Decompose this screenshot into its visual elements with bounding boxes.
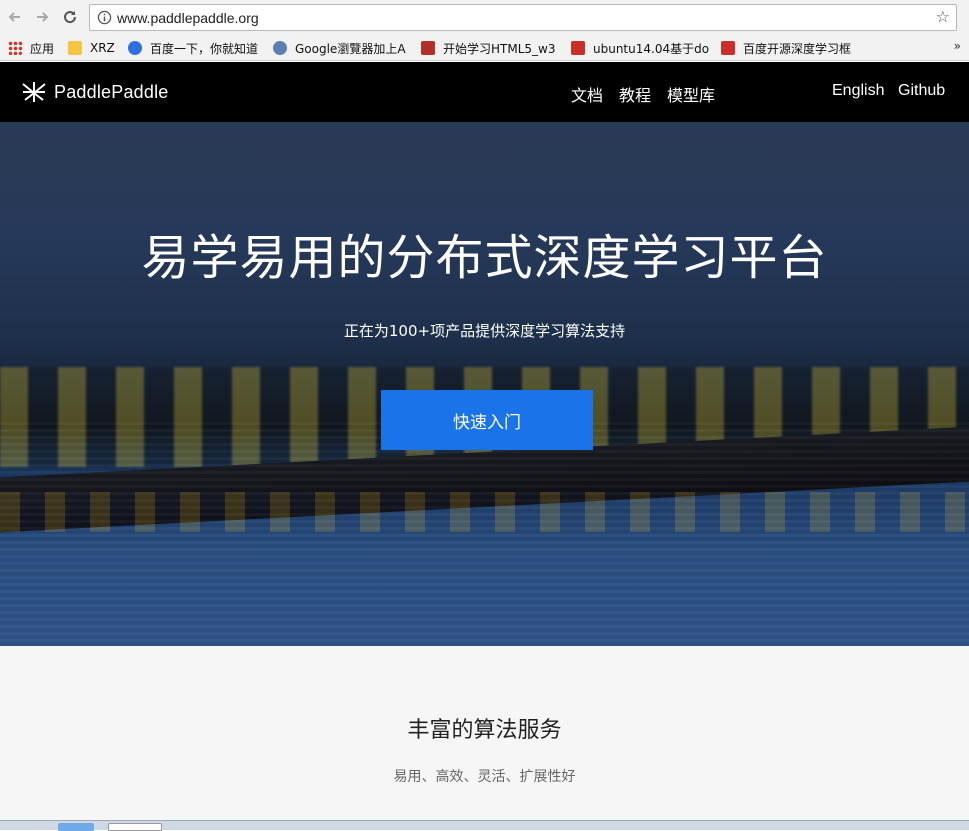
info-icon[interactable] (97, 10, 112, 25)
nav-tutorials[interactable]: 教程 (619, 82, 651, 106)
nav-docs[interactable]: 文档 (571, 82, 603, 106)
bird-icon (273, 41, 287, 55)
forward-arrow-icon (37, 12, 49, 22)
services-title: 丰富的算法服务 (407, 718, 562, 743)
site-header: PaddlePaddle 文档 教程 模型库 English Github (0, 62, 969, 122)
csdn-icon (721, 41, 735, 55)
browser-toolbar: www.paddlepaddle.org ☆ (0, 0, 969, 36)
nav-english[interactable]: English (832, 82, 884, 100)
os-taskbar (0, 820, 969, 831)
bookmark-label: 开始学习HTML5_w3 (443, 41, 556, 56)
quick-start-button[interactable]: 快速入门 (381, 390, 593, 450)
bookmark-label: XRZ (90, 41, 115, 55)
reload-icon (64, 11, 77, 24)
bookmarks-bar: 应用 XRZ 百度一下，你就知道 Google瀏覽器加上A 开始学习HTML5_… (0, 36, 969, 61)
folder-icon (68, 41, 82, 55)
bookmark-w3school[interactable]: 开始学习HTML5_w3 (421, 39, 559, 57)
paddle-logo-icon (22, 82, 46, 102)
forward-button[interactable] (31, 6, 53, 28)
services-subtitle: 易用、高效、灵活、扩展性好 (393, 769, 576, 785)
csdn-icon (571, 41, 585, 55)
bookmark-label: 百度一下，你就知道 (150, 41, 259, 56)
url-text[interactable]: www.paddlepaddle.org (117, 10, 259, 26)
back-button[interactable] (4, 6, 26, 28)
logo[interactable]: PaddlePaddle (21, 80, 169, 104)
bookmark-label: 百度开源深度学习框 (743, 41, 852, 56)
services-section: 丰富的算法服务 易用、高效、灵活、扩展性好 (0, 646, 969, 820)
nav-model-zoo[interactable]: 模型库 (667, 82, 715, 106)
reload-button[interactable] (59, 6, 81, 28)
address-bar[interactable]: www.paddlepaddle.org ☆ (89, 4, 957, 31)
bookmarks-overflow-button[interactable]: » (954, 39, 961, 53)
bookmark-xrz[interactable]: XRZ (68, 39, 115, 57)
bookmark-apps[interactable]: 应用 (8, 39, 54, 57)
bookmark-paddle[interactable]: 百度开源深度学习框 (721, 39, 859, 57)
bookmark-star-icon[interactable]: ☆ (936, 7, 950, 26)
hero-water-image (0, 422, 969, 646)
bookmark-label: 应用 (30, 41, 55, 56)
bookmark-ubuntu[interactable]: ubuntu14.04基于do (571, 39, 711, 57)
nav-github[interactable]: Github (898, 82, 945, 100)
apps-grid-icon (8, 41, 22, 55)
back-arrow-icon (8, 12, 20, 22)
w3c-icon (421, 41, 435, 55)
bookmark-label: ubuntu14.04基于do (593, 41, 710, 56)
hero-subtitle: 正在为100+项产品提供深度学习算法支持 (343, 322, 626, 340)
logo-text: PaddlePaddle (54, 81, 169, 102)
bookmark-google[interactable]: Google瀏覽器加上A (273, 39, 411, 57)
bookmark-label: Google瀏覽器加上A (295, 41, 406, 56)
hero-title: 易学易用的分布式深度学习平台 (141, 230, 828, 286)
hero-banner: 易学易用的分布式深度学习平台 正在为100+项产品提供深度学习算法支持 快速入门 (0, 122, 969, 646)
baidu-paw-icon (128, 41, 142, 55)
bookmark-baidu[interactable]: 百度一下，你就知道 (128, 39, 258, 57)
